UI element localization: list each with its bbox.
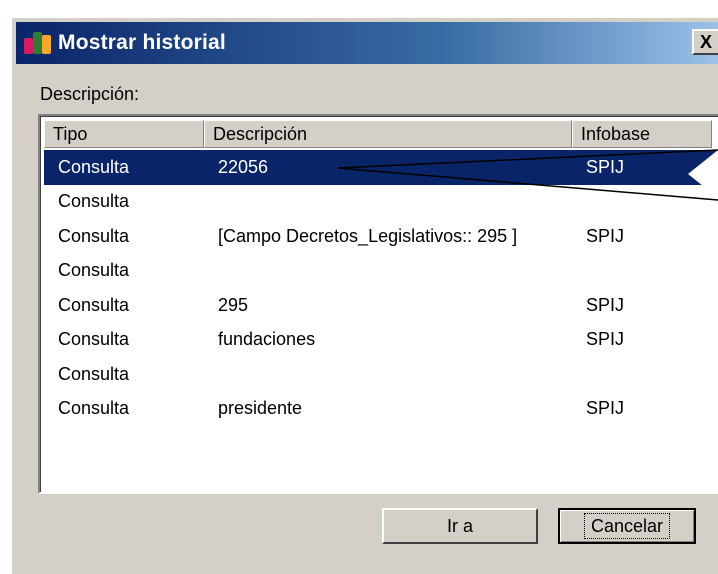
cell-tipo: Consulta xyxy=(58,363,130,384)
history-list[interactable]: Tipo Descripción Infobase Consulta 22056… xyxy=(38,114,718,494)
close-icon: X xyxy=(699,32,712,52)
title-bar[interactable]: Mostrar historial X xyxy=(16,22,718,64)
column-header-infobase[interactable]: Infobase xyxy=(572,120,712,148)
list-item[interactable]: Consulta presidente SPIJ xyxy=(44,392,718,427)
history-dialog: Mostrar historial X Descripción: Tipo De… xyxy=(10,16,718,574)
window-title: Mostrar historial xyxy=(58,31,226,54)
description-label: Descripción: xyxy=(40,84,140,104)
list-item[interactable]: Consulta [Campo Decretos_Legislativos:: … xyxy=(44,219,718,254)
cell-tipo: Consulta xyxy=(58,260,130,281)
cell-tipo: Consulta xyxy=(58,191,130,212)
cell-tipo: Consulta xyxy=(58,156,130,177)
app-logo-icon-part-yellow xyxy=(42,35,51,54)
cell-tipo: Consulta xyxy=(58,329,130,350)
cancel-button[interactable]: Cancelar xyxy=(558,508,696,544)
list-item[interactable]: Consulta fundaciones SPIJ xyxy=(44,323,718,358)
cell-tipo: Consulta xyxy=(58,225,130,246)
close-button[interactable]: X xyxy=(692,29,718,55)
list-rows: Consulta 22056 SPIJ Consulta Consulta [C… xyxy=(44,150,718,426)
cell-tipo: Consulta xyxy=(58,398,130,419)
cell-descripcion: 22056 xyxy=(218,156,269,177)
list-header: Tipo Descripción Infobase xyxy=(44,120,712,148)
app-logo-icon-part-green xyxy=(33,32,42,54)
cancel-button-label: Cancelar xyxy=(583,513,671,539)
cell-descripcion: [Campo Decretos_Legislativos:: 295 ] xyxy=(218,225,518,246)
cell-infobase: SPIJ xyxy=(586,225,625,246)
cell-infobase: SPIJ xyxy=(586,294,625,315)
cell-descripcion: presidente xyxy=(218,398,303,419)
cell-infobase: SPIJ xyxy=(586,398,625,419)
screenshot-stage: Mostrar historial X Descripción: Tipo De… xyxy=(0,0,718,574)
list-item[interactable]: Consulta 295 SPIJ xyxy=(44,288,718,323)
cell-tipo: Consulta xyxy=(58,294,130,315)
cell-infobase: SPIJ xyxy=(586,329,625,350)
column-header-descripcion[interactable]: Descripción xyxy=(204,120,572,148)
app-logo-icon xyxy=(24,30,52,56)
list-item[interactable]: Consulta xyxy=(44,254,718,289)
app-logo-icon-part-magenta xyxy=(24,38,33,54)
list-item[interactable]: Consulta xyxy=(44,357,718,392)
list-item[interactable]: Consulta 22056 SPIJ xyxy=(44,150,718,185)
cell-descripcion: 295 xyxy=(218,294,249,315)
go-to-button[interactable]: Ir a xyxy=(382,508,538,544)
cell-infobase: SPIJ xyxy=(586,156,625,177)
list-item[interactable]: Consulta xyxy=(44,185,718,220)
cell-descripcion: fundaciones xyxy=(218,329,316,350)
column-header-tipo[interactable]: Tipo xyxy=(44,120,204,148)
